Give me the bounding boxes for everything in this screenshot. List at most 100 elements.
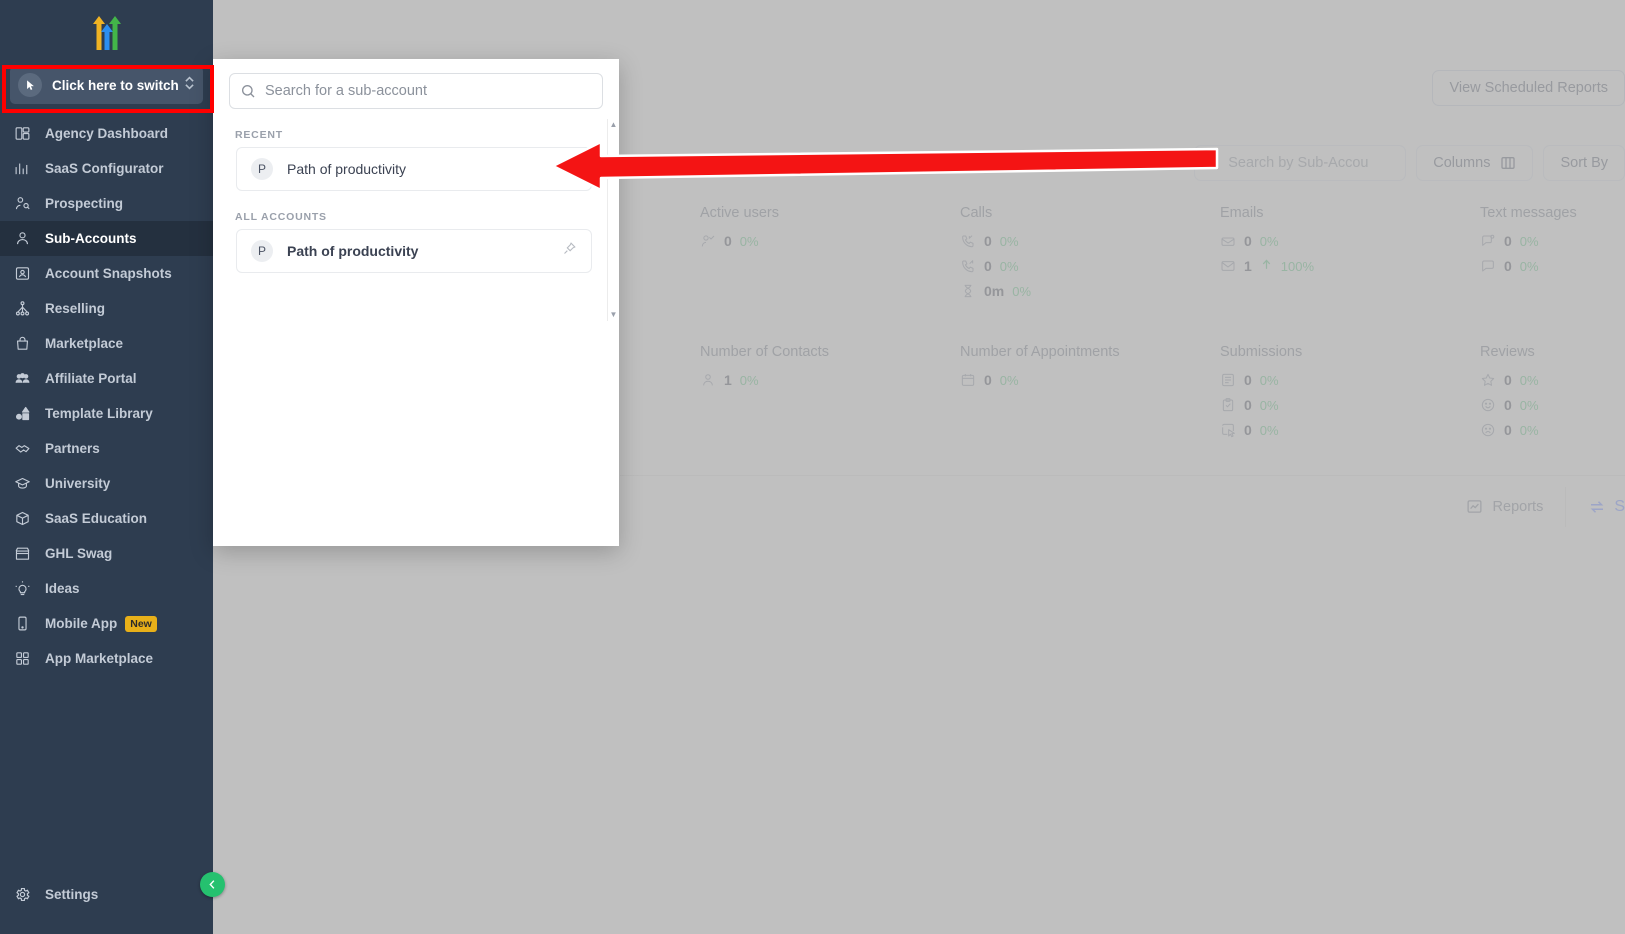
sidebar-item-sub-accounts[interactable]: Sub-Accounts <box>0 221 213 256</box>
caret-up-icon[interactable]: ▲ <box>610 121 618 129</box>
stat-card: Calls 0 0% 0 0% 0m 0% <box>960 205 1220 308</box>
message-icon <box>1480 258 1496 274</box>
subaccount-row[interactable]: P Path of productivity <box>236 147 592 191</box>
sidebar-item-reselling[interactable]: Reselling <box>0 291 213 326</box>
switch-account-footer-button[interactable]: S <box>1566 498 1625 516</box>
sidebar-collapse-button[interactable] <box>200 872 225 897</box>
stat-row: 1 0% <box>700 372 960 388</box>
stat-value: 1 <box>1244 258 1252 274</box>
stat-title: Text messages <box>1480 205 1577 221</box>
topbar-actions: View Scheduled Reports <box>1432 70 1625 106</box>
sidebar-item-label: Prospecting <box>45 196 124 211</box>
stat-row: 0 0% <box>1220 372 1480 388</box>
columns-button[interactable]: Columns <box>1416 145 1534 181</box>
stat-percent: 0% <box>1259 422 1279 438</box>
reports-button[interactable]: Reports <box>1444 498 1566 515</box>
account-switcher-button[interactable]: Click here to switch <box>10 66 203 104</box>
sidebar-item-partners[interactable]: Partners <box>0 431 213 466</box>
sidebar-item-affiliate-portal[interactable]: Affiliate Portal <box>0 361 213 396</box>
caret-down-icon[interactable]: ▼ <box>610 311 618 319</box>
sidebar-nav: Agency Dashboard SaaS Configurator Prospec… <box>0 116 213 877</box>
stat-row: 0m 0% <box>960 283 1220 299</box>
stat-percent: 0% <box>1519 397 1539 413</box>
subaccount-name: Path of productivity <box>287 161 407 177</box>
swap-arrows-icon <box>1591 500 1604 513</box>
stat-title: Reviews <box>1480 344 1535 360</box>
stat-row: 0 0% <box>1480 258 1625 274</box>
subaccount-search-input[interactable] <box>265 83 592 99</box>
stat-row: 0 0% <box>1220 422 1480 438</box>
section-label: ALL ACCOUNTS <box>235 211 327 223</box>
sidebar-item-marketplace[interactable]: Marketplace <box>0 326 213 361</box>
stat-title: Calls <box>960 205 993 221</box>
sidebar-item-label: Mobile App <box>45 616 118 631</box>
pin-icon[interactable] <box>562 241 577 261</box>
stat-percent: 100% <box>1280 258 1315 274</box>
stat-percent: 0% <box>999 372 1019 388</box>
sidebar-item-saas-configurator[interactable]: SaaS Configurator <box>0 151 213 186</box>
grid-icon <box>14 650 36 668</box>
sidebar-item-prospecting[interactable]: Prospecting <box>0 186 213 221</box>
sidebar-item-label: Account Snapshots <box>45 266 172 281</box>
stat-card: Submissions 0 0% 0 0% 0 0% <box>1220 344 1480 447</box>
sort-by-button[interactable]: Sort By <box>1543 145 1625 181</box>
stats-panel: Active users 0 0% Calls 0 0% 0 0% 0m 0% Emails 0 0% 1… <box>700 205 1625 447</box>
stat-card: Reviews 0 0% 0 0% 0 0% <box>1480 344 1625 447</box>
sidebar-item-label: Affiliate Portal <box>45 371 137 386</box>
sidebar-item-label: University <box>45 476 111 491</box>
stat-value: 0 <box>984 372 992 388</box>
shapes-icon <box>14 405 36 423</box>
sidebar-item-mobile-app[interactable]: Mobile App New <box>0 606 213 641</box>
sidebar-item-ghl-swag[interactable]: GHL Swag <box>0 536 213 571</box>
stat-percent: 0% <box>1012 283 1032 299</box>
search-placeholder: Search by Sub-Accou <box>1228 155 1369 171</box>
bar-chart-icon <box>14 160 36 178</box>
stat-value: 0 <box>984 258 992 274</box>
frown-icon <box>1480 422 1496 438</box>
lightbulb-icon <box>14 580 36 598</box>
user-icon <box>14 230 36 248</box>
sidebar-item-saas-education[interactable]: SaaS Education <box>0 501 213 536</box>
stat-value: 0 <box>1244 397 1252 413</box>
reports-label: Reports <box>1492 498 1544 515</box>
user-search-icon <box>14 195 36 213</box>
stat-title: Submissions <box>1220 344 1303 360</box>
dashboard-icon <box>14 125 36 143</box>
stat-percent: 0% <box>739 233 759 249</box>
sidebar-item-agency-dashboard[interactable]: Agency Dashboard <box>0 116 213 151</box>
sidebar-item-label: Reselling <box>45 301 106 316</box>
sidebar-item-label: Template Library <box>45 406 153 421</box>
sidebar-bottom: Settings <box>0 877 213 934</box>
table-footer: Reports S <box>620 475 1625 537</box>
mail-open-icon <box>1220 233 1236 249</box>
sidebar-item-university[interactable]: University <box>0 466 213 501</box>
search-subaccount-input[interactable]: Search by Sub-Accou <box>1194 145 1407 181</box>
sidebar-item-ideas[interactable]: Ideas <box>0 571 213 606</box>
sidebar-item-account-snapshots[interactable]: Account Snapshots <box>0 256 213 291</box>
logo[interactable] <box>0 0 213 62</box>
stat-percent: 0% <box>999 258 1019 274</box>
account-avatar: P <box>251 240 273 262</box>
sidebar: Click here to switch Agency Dashboard Saa… <box>0 0 213 934</box>
stat-row: 0 0% <box>1480 372 1625 388</box>
sidebar-item-settings[interactable]: Settings <box>0 877 213 912</box>
sort-by-label: Sort By <box>1560 155 1608 171</box>
cursor-box-icon <box>1220 422 1236 438</box>
filters-row: Search by Sub-Accou Columns Sort By <box>1194 145 1625 181</box>
subaccount-row[interactable]: P Path of productivity <box>236 229 592 273</box>
sidebar-item-label: SaaS Configurator <box>45 161 164 176</box>
stat-title: Active users <box>700 205 779 221</box>
sidebar-item-label: App Marketplace <box>45 651 154 666</box>
sidebar-item-template-library[interactable]: Template Library <box>0 396 213 431</box>
stat-percent: 0% <box>1259 397 1279 413</box>
stat-row: 0 0% <box>960 372 1220 388</box>
sidebar-item-app-marketplace[interactable]: App Marketplace <box>0 641 213 676</box>
mail-icon <box>1220 258 1236 274</box>
subaccount-search-field[interactable] <box>229 73 603 109</box>
stat-row: 0 0% <box>1480 397 1625 413</box>
account-avatar: P <box>251 158 273 180</box>
stat-card: Number of Contacts 1 0% <box>700 344 960 447</box>
stat-value: 0 <box>1244 372 1252 388</box>
view-scheduled-reports-button[interactable]: View Scheduled Reports <box>1432 70 1625 106</box>
stat-card: Emails 0 0% 1 100% <box>1220 205 1480 308</box>
